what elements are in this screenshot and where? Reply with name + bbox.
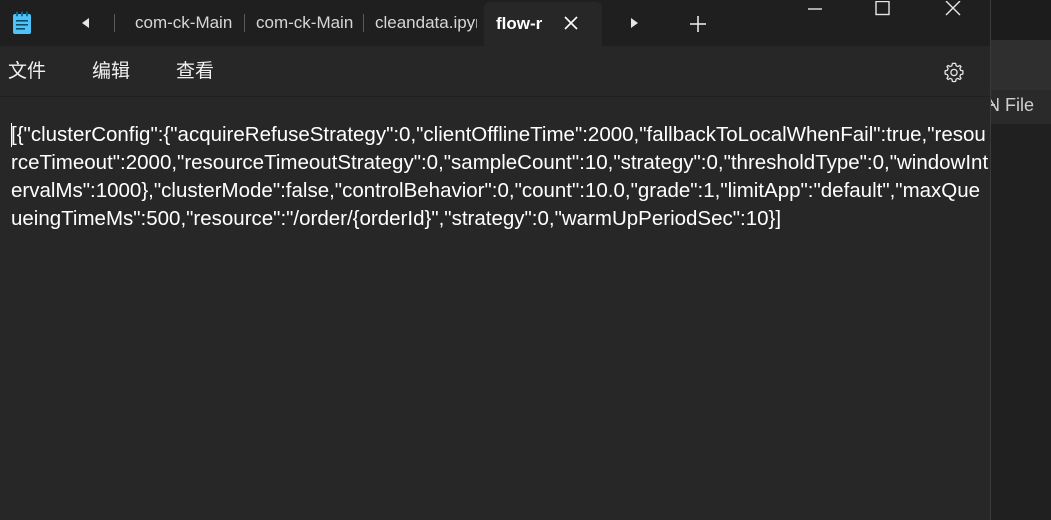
tab-label: cleandata.ipynb bbox=[375, 13, 477, 32]
plus-icon[interactable] bbox=[684, 10, 712, 38]
title-bar: com-ck-Main com-ck-Main cleandata.ipynb … bbox=[0, 0, 990, 46]
tab-cleandata[interactable]: cleandata.ipynb bbox=[362, 0, 484, 46]
menu-view[interactable]: 查看 bbox=[176, 58, 214, 84]
tab-label: com-ck-Main bbox=[256, 13, 354, 32]
tab-flow-rules[interactable]: flow-rules bbox=[484, 2, 602, 46]
tab-separator bbox=[114, 14, 115, 32]
editor-content[interactable]: [{"clusterConfig":{"acquireRefuseStrateg… bbox=[11, 121, 989, 233]
background-content bbox=[991, 124, 1051, 520]
text-editor[interactable]: [{"clusterConfig":{"acquireRefuseStrateg… bbox=[0, 97, 990, 520]
text-caret bbox=[11, 123, 12, 147]
background-file-label: N File bbox=[990, 95, 1035, 115]
tab-com-ck-main-2[interactable]: com-ck-Main bbox=[242, 0, 360, 46]
background-window: N File bbox=[990, 0, 1051, 520]
menu-edit[interactable]: 编辑 bbox=[92, 58, 130, 84]
menu-file[interactable]: 文件 bbox=[8, 58, 46, 84]
background-toolbar bbox=[991, 40, 1051, 106]
close-window-icon[interactable] bbox=[930, 0, 976, 18]
tab-com-ck-main-1[interactable]: com-ck-Main bbox=[122, 0, 242, 46]
notepad-window: com-ck-Main com-ck-Main cleandata.ipynb … bbox=[0, 0, 990, 520]
gear-icon[interactable] bbox=[940, 58, 968, 86]
scroll-right-icon[interactable] bbox=[620, 12, 648, 34]
tab-label: com-ck-Main bbox=[135, 13, 233, 32]
maximize-icon[interactable] bbox=[860, 0, 906, 18]
tab-label: flow-rules bbox=[496, 14, 542, 33]
background-titlebar bbox=[991, 0, 1051, 40]
close-icon[interactable] bbox=[560, 12, 582, 34]
menu-bar: 文件 编辑 查看 bbox=[0, 46, 990, 97]
scroll-left-icon[interactable] bbox=[72, 12, 100, 34]
notepad-icon bbox=[12, 11, 32, 35]
minimize-icon[interactable] bbox=[792, 0, 838, 18]
